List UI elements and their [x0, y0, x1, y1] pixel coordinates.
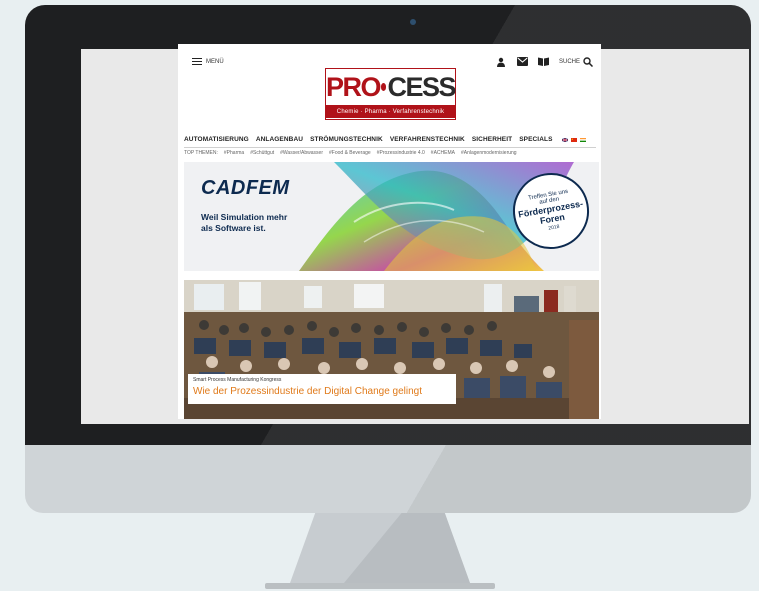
search-label: SUCHE — [558, 58, 580, 65]
badge-year: 2018 — [547, 223, 560, 232]
nav-item-sicherheit[interactable]: SICHERHEIT — [472, 136, 512, 143]
nav-item-anlagenbau[interactable]: ANLAGENBAU — [256, 136, 303, 143]
cadfem-ad-banner[interactable]: CADFEM Weil Simulation mehr als Software… — [184, 162, 599, 271]
chin-shade — [25, 445, 751, 513]
logo-wordmark: PRO CESS — [326, 69, 456, 105]
topics-label: TOP THEMEN: — [184, 150, 218, 156]
menu-button[interactable]: MENÜ — [192, 58, 224, 65]
search-button[interactable]: SUCHE — [558, 56, 593, 67]
hamburger-icon — [192, 58, 202, 65]
ad-tagline-line: als Software ist. — [201, 223, 266, 233]
nav-item-verfahrenstechnik[interactable]: VERFAHRENSTECHNIK — [390, 136, 465, 143]
flag-india-icon[interactable] — [579, 137, 586, 142]
monitor-base — [265, 583, 495, 589]
process-logo[interactable]: PRO CESS Chemie · Pharma · Verfahrenstec… — [325, 68, 456, 120]
flag-china-icon[interactable] — [570, 137, 577, 142]
logo-part-pro: PRO — [326, 71, 382, 102]
ad-brand-logo: CADFEM — [201, 177, 290, 199]
mail-icon[interactable] — [516, 56, 528, 67]
language-flags — [561, 137, 586, 142]
topic-link[interactable]: #Prozessindustrie 4.0 — [377, 150, 425, 156]
topic-link[interactable]: #Food & Beverage — [329, 150, 371, 156]
logo-part-cess: CESS — [387, 71, 456, 102]
website-viewport: MENÜ SUCHE PRO CESS Chemie · Pharma · Ve… — [178, 44, 601, 419]
nav-item-specials[interactable]: SPECIALS — [519, 136, 552, 143]
menu-label: MENÜ — [206, 58, 224, 65]
monitor-chin — [25, 445, 751, 513]
topic-link[interactable]: #ACHEMA — [431, 150, 455, 156]
hero-title[interactable]: Wie der Prozessindustrie der Digital Cha… — [193, 386, 451, 397]
hero-article[interactable]: Smart Process Manufacturing Kongress Wie… — [184, 280, 599, 419]
flag-uk-icon[interactable] — [561, 137, 568, 142]
topic-link[interactable]: #Wasser/Abwasser — [280, 150, 323, 156]
topic-link[interactable]: #Schüttgut — [250, 150, 274, 156]
search-icon — [583, 56, 593, 67]
hero-kicker: Smart Process Manufacturing Kongress — [193, 377, 282, 383]
main-navigation: AUTOMATISIERUNG ANLAGENBAU STRÖMUNGSTECH… — [184, 136, 596, 148]
book-icon[interactable] — [537, 56, 549, 67]
hero-caption: Smart Process Manufacturing Kongress Wie… — [188, 374, 456, 404]
logo-dot-icon — [381, 83, 387, 91]
nav-item-automatisierung[interactable]: AUTOMATISIERUNG — [184, 136, 249, 143]
topic-link[interactable]: #Anlagenmodernisierung — [461, 150, 517, 156]
logo-subtitle: Chemie · Pharma · Verfahrenstechnik — [326, 105, 455, 118]
header-actions: SUCHE — [496, 56, 593, 67]
webcam-icon — [410, 19, 416, 25]
top-topics-bar: TOP THEMEN: #Pharma #Schüttgut #Wasser/A… — [184, 150, 596, 156]
user-icon[interactable] — [496, 56, 507, 67]
ad-tagline: Weil Simulation mehr als Software ist. — [201, 212, 287, 234]
nav-item-stroemungstechnik[interactable]: STRÖMUNGSTECHNIK — [310, 136, 383, 143]
topic-link[interactable]: #Pharma — [224, 150, 244, 156]
monitor-mockup: MENÜ SUCHE PRO CESS Chemie · Pharma · Ve… — [0, 0, 759, 591]
ad-tagline-line: Weil Simulation mehr — [201, 212, 288, 222]
